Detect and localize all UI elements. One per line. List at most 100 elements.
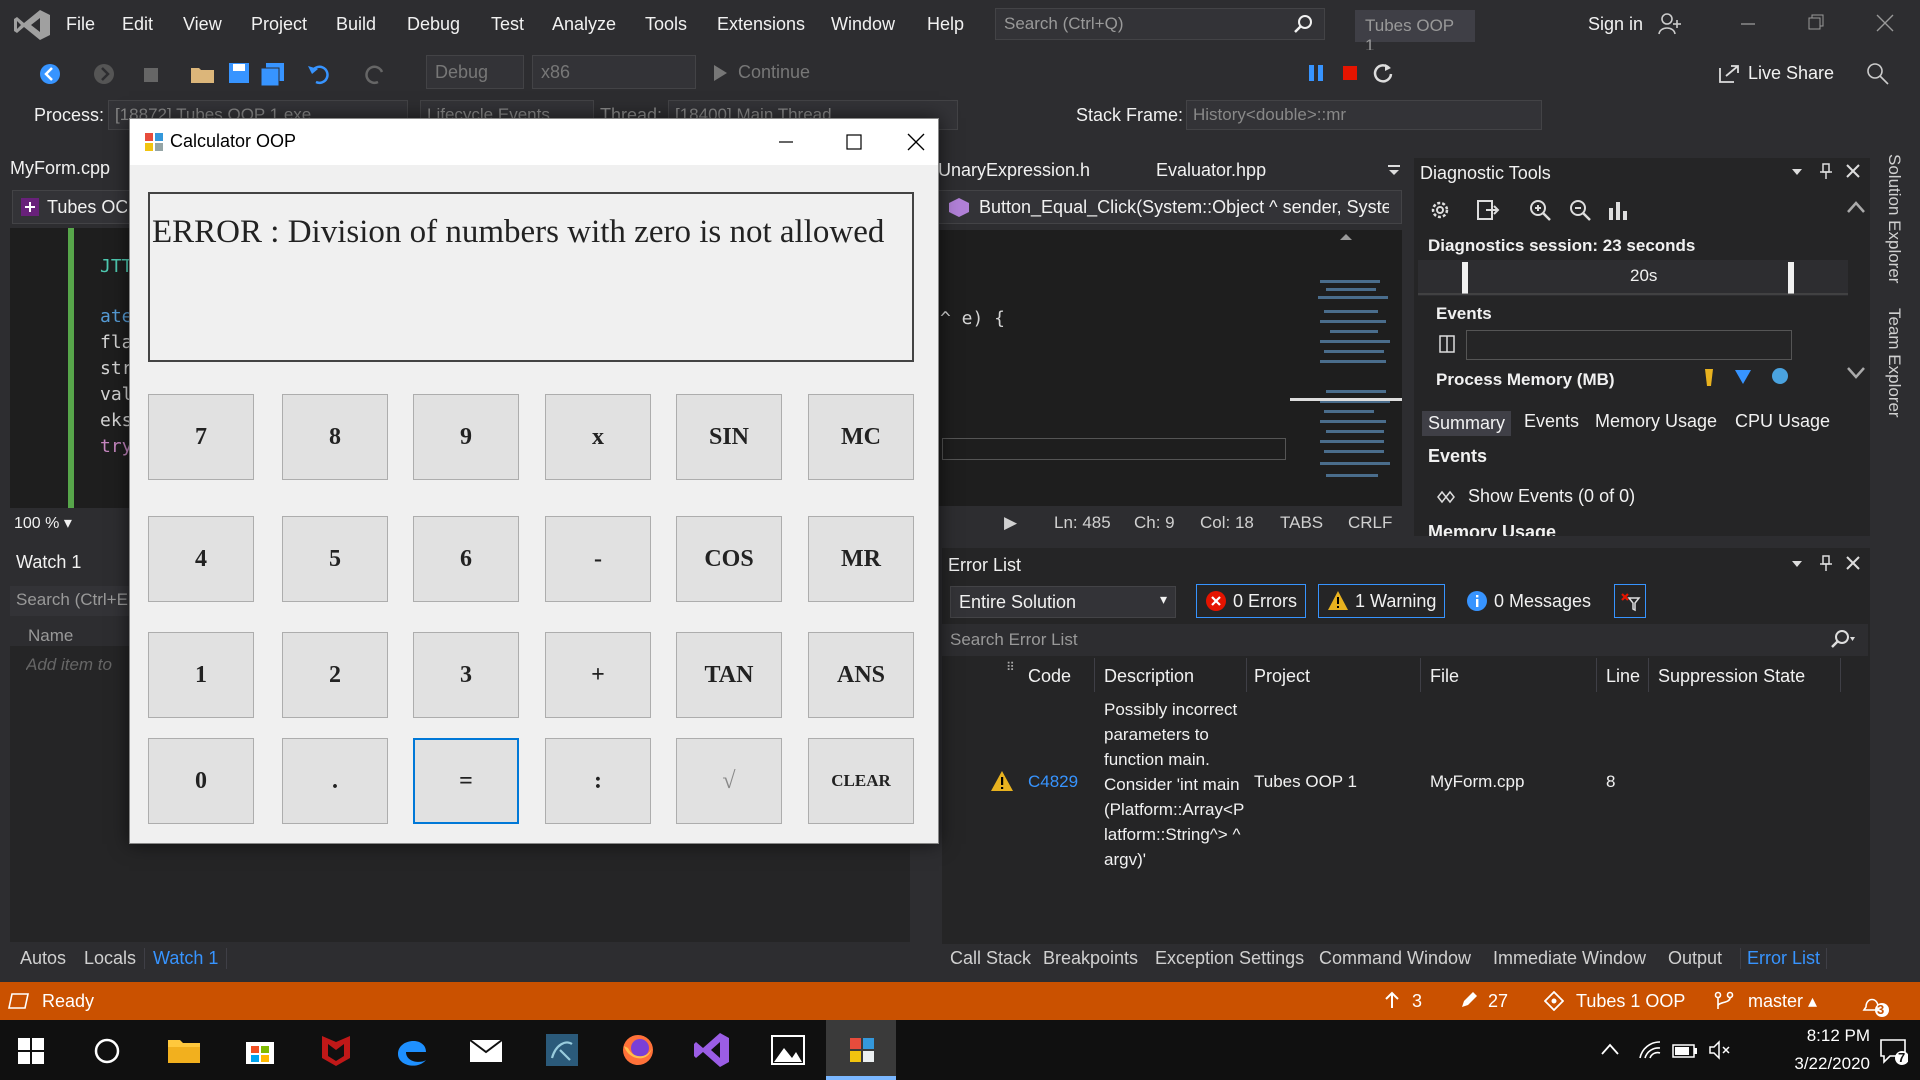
file-explorer-icon[interactable]	[164, 1030, 204, 1070]
key-sin[interactable]: SIN	[676, 394, 782, 480]
column-file[interactable]: File	[1430, 666, 1459, 687]
warnings-filter-button[interactable]: 1 Warning	[1318, 584, 1446, 618]
photos-icon[interactable]	[768, 1030, 808, 1070]
key-square-root[interactable]: √	[676, 738, 782, 824]
dropdown-icon[interactable]	[1790, 556, 1804, 570]
back-icon[interactable]	[38, 62, 62, 86]
zoom-in-icon[interactable]	[1528, 198, 1552, 222]
calculator-close-icon[interactable]	[896, 127, 936, 157]
battery-icon[interactable]	[1672, 1044, 1698, 1058]
key-memory-clear[interactable]: MC	[808, 394, 914, 480]
branch-menu-icon[interactable]: ▴	[1808, 991, 1817, 1012]
quick-search-input[interactable]: Search (Ctrl+Q)	[995, 8, 1325, 40]
key-8[interactable]: 8	[282, 394, 388, 480]
pin-icon[interactable]	[1818, 554, 1834, 572]
key-multiply[interactable]: x	[545, 394, 651, 480]
menu-window[interactable]: Window	[831, 14, 895, 35]
save-icon[interactable]	[228, 62, 250, 84]
column-description[interactable]: Description	[1104, 666, 1194, 687]
close-icon[interactable]	[1876, 14, 1894, 32]
pin-icon[interactable]	[1818, 162, 1834, 180]
sign-in-link[interactable]: Sign in	[1588, 14, 1643, 35]
column-project[interactable]: Project	[1254, 666, 1310, 687]
close-panel-icon[interactable]	[1846, 556, 1860, 570]
column-code[interactable]: Code	[1028, 666, 1071, 687]
diag-tab-events[interactable]: Events	[1524, 411, 1579, 432]
menu-help[interactable]: Help	[927, 14, 964, 35]
clock-time[interactable]: 8:12 PM	[1760, 1026, 1870, 1046]
key-7[interactable]: 7	[148, 394, 254, 480]
errors-filter-button[interactable]: 0 Errors	[1196, 584, 1307, 618]
left-code-editor[interactable]: JTTO ate: flag stri val eksp try	[10, 228, 143, 508]
key-5[interactable]: 5	[282, 516, 388, 602]
redo-icon[interactable]	[362, 62, 388, 86]
mail-icon[interactable]	[466, 1030, 506, 1070]
chart-icon[interactable]	[1606, 198, 1630, 222]
calculator-app-taskbar-icon[interactable]	[842, 1030, 882, 1070]
indent-mode[interactable]: TABS	[1280, 513, 1323, 533]
side-tab-solution-explorer[interactable]: Solution Explorer	[1884, 154, 1904, 283]
branch-name[interactable]: master	[1748, 991, 1803, 1012]
continue-button[interactable]: Continue	[712, 62, 810, 83]
restart-icon[interactable]	[1372, 62, 1394, 84]
menu-build[interactable]: Build	[336, 14, 376, 35]
zoom-out-icon[interactable]	[1568, 198, 1592, 222]
key-4[interactable]: 4	[148, 516, 254, 602]
key-equals[interactable]: =	[413, 738, 519, 824]
tab-myform-cpp[interactable]: MyForm.cpp	[10, 158, 110, 179]
settings-icon[interactable]	[1428, 198, 1452, 222]
diag-tab-summary[interactable]: Summary	[1422, 411, 1512, 436]
add-user-icon[interactable]	[1658, 12, 1682, 36]
volume-muted-icon[interactable]	[1708, 1040, 1732, 1060]
dropdown-icon[interactable]	[1790, 164, 1804, 178]
mcafee-icon[interactable]	[316, 1030, 356, 1070]
diag-tab-cpu-usage[interactable]: CPU Usage	[1735, 411, 1830, 432]
key-divide[interactable]: :	[545, 738, 651, 824]
error-code-link[interactable]: C4829	[1028, 772, 1078, 792]
menu-project[interactable]: Project	[251, 14, 307, 35]
key-0[interactable]: 0	[148, 738, 254, 824]
key-cos[interactable]: COS	[676, 516, 782, 602]
key-6[interactable]: 6	[413, 516, 519, 602]
menu-extensions[interactable]: Extensions	[717, 14, 805, 35]
solution-platform-select[interactable]: x86	[532, 55, 696, 89]
mysql-workbench-icon[interactable]	[542, 1030, 582, 1070]
code-minimap[interactable]	[1290, 230, 1402, 506]
tab-locals[interactable]: Locals	[84, 948, 136, 969]
pause-track-icon[interactable]	[1438, 334, 1456, 354]
stack-frame-select[interactable]: History<double>::mr	[1186, 100, 1542, 130]
menu-file[interactable]: File	[66, 14, 95, 35]
live-share-button[interactable]: Live Share	[1718, 62, 1834, 84]
windows-start-icon[interactable]	[16, 1036, 56, 1076]
tab-autos[interactable]: Autos	[20, 948, 66, 969]
scroll-up-icon[interactable]	[1846, 200, 1866, 214]
watch-search-input[interactable]: Search (Ctrl+E	[10, 586, 130, 616]
column-line[interactable]: Line	[1606, 666, 1640, 687]
visual-studio-taskbar-icon[interactable]	[692, 1030, 732, 1070]
tab-exception-settings[interactable]: Exception Settings	[1155, 948, 1304, 969]
key-3[interactable]: 3	[413, 632, 519, 718]
menu-edit[interactable]: Edit	[122, 14, 153, 35]
code-editor[interactable]	[938, 230, 1290, 506]
menu-tools[interactable]: Tools	[645, 14, 687, 35]
tab-watch-1[interactable]: Watch 1	[144, 948, 228, 969]
undo-icon[interactable]	[306, 62, 332, 86]
cortana-icon[interactable]	[92, 1036, 132, 1076]
show-events-link[interactable]: Show Events (0 of 0)	[1436, 486, 1635, 507]
side-tab-team-explorer[interactable]: Team Explorer	[1884, 308, 1904, 418]
tab-evaluator-hpp[interactable]: Evaluator.hpp	[1156, 160, 1266, 181]
tab-immediate-window[interactable]: Immediate Window	[1493, 948, 1646, 969]
menu-test[interactable]: Test	[491, 14, 524, 35]
key-9[interactable]: 9	[413, 394, 519, 480]
minimize-icon[interactable]	[1740, 14, 1756, 30]
firefox-icon[interactable]	[618, 1030, 658, 1070]
calculator-maximize-icon[interactable]	[834, 127, 874, 157]
repository-name[interactable]: Tubes 1 OOP	[1576, 991, 1685, 1012]
save-all-icon[interactable]	[260, 62, 286, 86]
left-nav-bar[interactable]: Tubes OC	[12, 190, 132, 224]
export-icon[interactable]	[1476, 198, 1500, 222]
tab-overflow-icon[interactable]	[1386, 162, 1402, 178]
table-row[interactable]	[942, 694, 1868, 870]
tab-output[interactable]: Output	[1668, 948, 1722, 969]
key-clear[interactable]: CLEAR	[808, 738, 914, 824]
